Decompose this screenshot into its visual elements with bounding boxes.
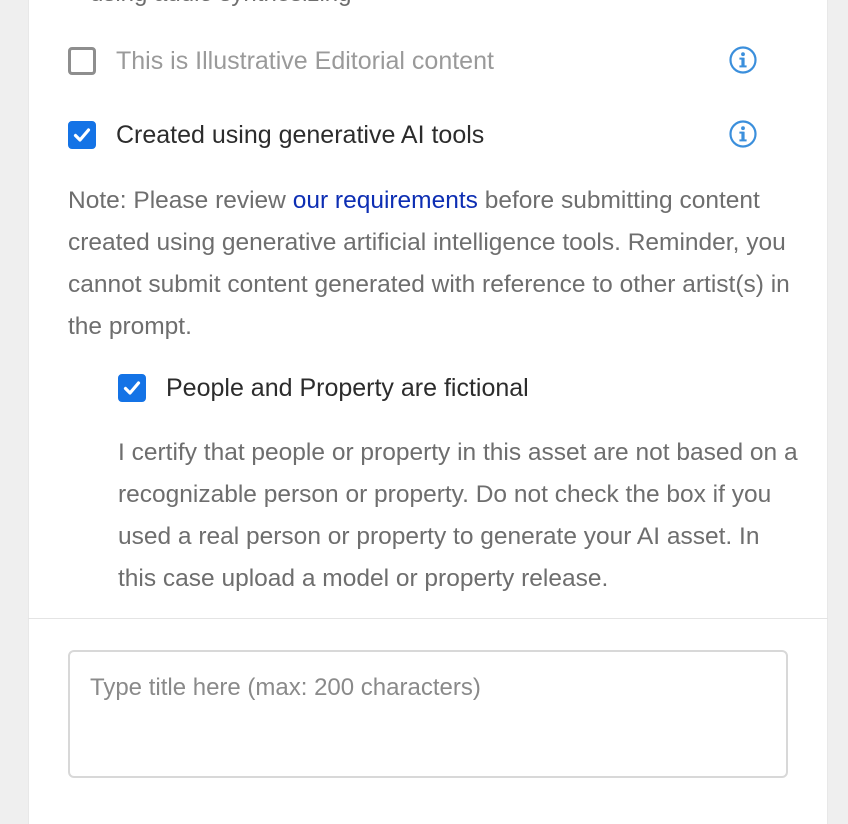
fictional-checkbox-row[interactable]: People and Property are fictional [118, 373, 529, 403]
generative-ai-checkbox-row[interactable]: Created using generative AI tools [68, 120, 484, 150]
note-prefix: Note: Please review [68, 187, 293, 214]
generative-ai-checkbox[interactable] [68, 121, 96, 149]
section-divider [28, 618, 828, 619]
checkmark-icon [123, 381, 141, 395]
generative-ai-checkbox-label: Created using generative AI tools [116, 120, 485, 149]
cutoff-text: using audio synthesizing [90, 0, 510, 8]
fictional-checkbox-label: People and Property are fictional [166, 373, 529, 402]
editorial-checkbox[interactable] [68, 47, 96, 75]
info-icon[interactable] [728, 119, 758, 149]
requirements-link[interactable]: our requirements [293, 187, 478, 214]
editorial-checkbox-label: This is Illustrative Editorial content [116, 46, 494, 75]
certification-text: I certify that people or property in thi… [118, 439, 798, 592]
checkmark-icon [73, 128, 91, 142]
title-input[interactable] [68, 650, 788, 778]
info-icon[interactable] [728, 45, 758, 75]
generative-ai-note: Note: Please review our requirements bef… [68, 180, 792, 348]
fictional-checkbox[interactable] [118, 374, 146, 402]
editorial-checkbox-row[interactable]: This is Illustrative Editorial content [68, 46, 494, 76]
